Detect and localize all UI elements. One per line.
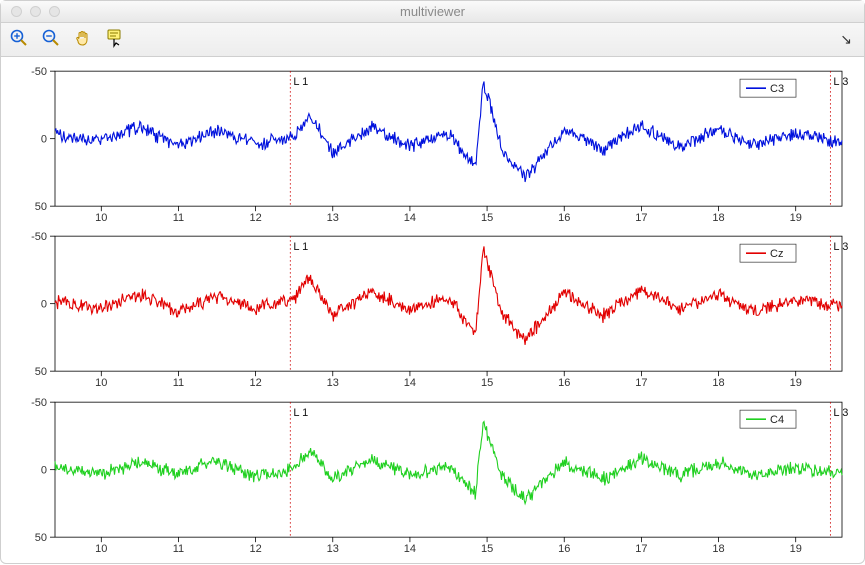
zoom-out-icon — [41, 28, 61, 51]
svg-text:13: 13 — [327, 543, 339, 555]
svg-text:L 3: L 3 — [833, 407, 848, 419]
svg-text:12: 12 — [249, 543, 261, 555]
svg-text:10: 10 — [95, 377, 107, 389]
svg-text:11: 11 — [173, 377, 184, 389]
svg-text:L 3: L 3 — [833, 76, 848, 88]
axes-cz[interactable]: -50 0 50 10 11 12 13 14 15 16 17 18 19 L 1 L 3 Cz — [13, 230, 852, 389]
svg-text:50: 50 — [35, 201, 47, 213]
svg-text:18: 18 — [712, 377, 724, 389]
svg-text:L 1: L 1 — [293, 241, 308, 253]
data-cursor-icon — [105, 28, 125, 51]
svg-text:0: 0 — [41, 134, 47, 146]
svg-text:19: 19 — [790, 543, 802, 555]
svg-text:50: 50 — [35, 532, 47, 544]
window-traffic-lights — [1, 6, 60, 17]
svg-text:16: 16 — [558, 377, 570, 389]
svg-text:-50: -50 — [31, 397, 47, 409]
svg-text:17: 17 — [635, 377, 647, 389]
svg-text:15: 15 — [481, 377, 493, 389]
svg-text:16: 16 — [558, 212, 570, 224]
svg-text:18: 18 — [712, 212, 724, 224]
svg-text:L 3: L 3 — [833, 241, 848, 253]
pan-button[interactable] — [71, 28, 95, 52]
svg-text:12: 12 — [249, 212, 261, 224]
svg-text:19: 19 — [790, 212, 802, 224]
svg-text:-50: -50 — [31, 66, 47, 78]
close-dot[interactable] — [11, 6, 22, 17]
zoom-out-button[interactable] — [39, 28, 63, 52]
svg-text:14: 14 — [404, 543, 416, 555]
svg-text:11: 11 — [173, 212, 184, 224]
svg-text:0: 0 — [41, 299, 47, 311]
zoom-in-button[interactable] — [7, 28, 31, 52]
svg-text:16: 16 — [558, 543, 570, 555]
svg-text:C4: C4 — [770, 414, 784, 426]
zoom-in-icon — [9, 28, 29, 51]
zoom-dot[interactable] — [49, 6, 60, 17]
svg-text:C3: C3 — [770, 83, 784, 95]
svg-text:14: 14 — [404, 212, 416, 224]
svg-text:11: 11 — [173, 543, 184, 555]
dock-button[interactable]: ↘ — [840, 31, 858, 48]
svg-text:Cz: Cz — [770, 248, 783, 260]
data-cursor-button[interactable] — [103, 28, 127, 52]
svg-text:14: 14 — [404, 377, 416, 389]
window-title: multiviewer — [1, 4, 864, 19]
svg-text:10: 10 — [95, 543, 107, 555]
axes-c3[interactable]: -50 0 50 10 11 12 13 14 15 16 17 18 19 L 1 L 3 C3 — [13, 65, 852, 224]
svg-text:18: 18 — [712, 543, 724, 555]
minimize-dot[interactable] — [30, 6, 41, 17]
window-titlebar: multiviewer — [1, 1, 864, 23]
svg-text:12: 12 — [249, 377, 261, 389]
plots-area: -50 0 50 10 11 12 13 14 15 16 17 18 19 L 1 L 3 C3 -50 0 5… — [1, 57, 864, 565]
svg-text:10: 10 — [95, 212, 107, 224]
figure-toolbar: ↘ — [1, 23, 864, 57]
svg-text:0: 0 — [41, 464, 47, 476]
svg-text:50: 50 — [35, 366, 47, 378]
svg-text:13: 13 — [327, 212, 339, 224]
svg-text:13: 13 — [327, 377, 339, 389]
svg-text:L 1: L 1 — [293, 76, 308, 88]
svg-text:L 1: L 1 — [293, 407, 308, 419]
axes-c4[interactable]: -50 0 50 10 11 12 13 14 15 16 17 18 19 L 1 L 3 C4 — [13, 396, 852, 555]
svg-text:15: 15 — [481, 212, 493, 224]
hand-icon — [73, 28, 93, 51]
svg-text:17: 17 — [635, 543, 647, 555]
svg-text:17: 17 — [635, 212, 647, 224]
svg-text:-50: -50 — [31, 231, 47, 243]
svg-text:15: 15 — [481, 543, 493, 555]
svg-text:19: 19 — [790, 377, 802, 389]
